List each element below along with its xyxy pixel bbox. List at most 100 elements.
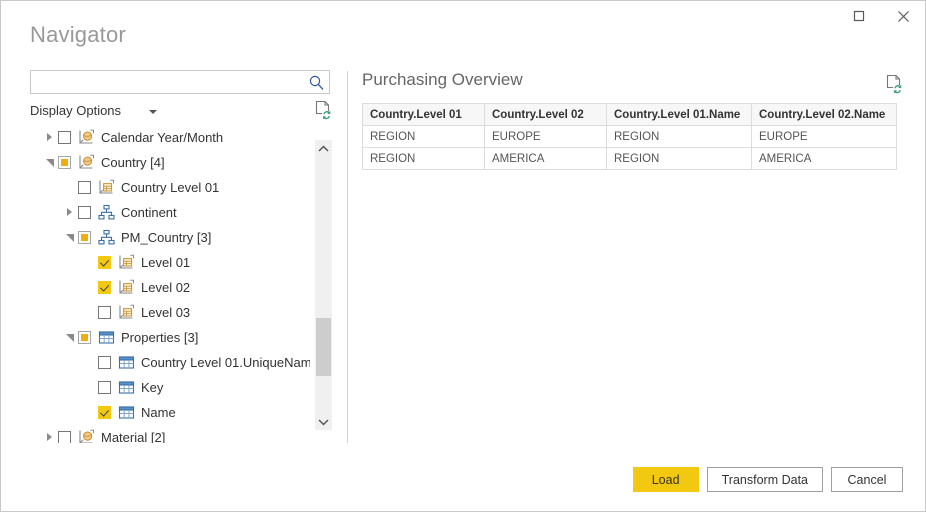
twisty-spacer (84, 275, 98, 300)
level-icon (118, 279, 135, 296)
column-header: Country.Level 01.Name (607, 104, 752, 126)
table-cell: REGION (607, 126, 752, 148)
pane-divider (347, 71, 348, 443)
hierarchy-icon (98, 229, 115, 246)
search-input[interactable] (31, 71, 303, 93)
preview-pane: Purchasing Overview Country.Level 01Coun… (362, 70, 903, 170)
tree-item-label: PM_Country [3] (121, 229, 211, 246)
level-icon (118, 304, 135, 321)
tree-item-label: Level 01 (141, 254, 190, 271)
table-header-row: Country.Level 01Country.Level 02Country.… (363, 104, 897, 126)
tree-scrollbar[interactable] (315, 140, 332, 430)
tree-item[interactable]: Country [4] (30, 150, 310, 175)
table-icon (118, 354, 135, 371)
table-row: REGIONAMERICAREGIONAMERICA (363, 148, 897, 170)
level-icon (118, 254, 135, 271)
load-button[interactable]: Load (633, 467, 699, 492)
table-cell: REGION (607, 148, 752, 170)
maximize-icon (853, 10, 865, 22)
chevron-down-icon[interactable] (149, 110, 157, 114)
preview-table-body: REGIONEUROPEREGIONEUROPEREGIONAMERICAREG… (363, 126, 897, 170)
display-options-row: Display Options (30, 102, 330, 122)
tree-item-checkbox[interactable] (98, 281, 111, 294)
tree-item-checkbox[interactable] (78, 181, 91, 194)
preview-title: Purchasing Overview (362, 70, 903, 90)
hierarchy-icon (98, 229, 115, 246)
close-icon (897, 10, 910, 23)
tree-item[interactable]: Continent (30, 200, 310, 225)
cube-dimension-icon (78, 429, 95, 443)
dialog-footer: Load Transform Data Cancel (633, 467, 903, 492)
tree-item[interactable]: Calendar Year/Month (30, 125, 310, 150)
level-icon (98, 179, 115, 196)
tree-item[interactable]: Country Level 01 (30, 175, 310, 200)
tree-item-checkbox[interactable] (98, 381, 111, 394)
tree-item-checkbox[interactable] (98, 306, 111, 319)
tree-item-checkbox[interactable] (98, 406, 111, 419)
refresh-preview-icon[interactable] (885, 74, 903, 94)
column-header: Country.Level 02 (485, 104, 607, 126)
collapse-arrow-icon[interactable] (64, 225, 78, 250)
navigator-dialog: Navigator Display Options (0, 0, 926, 512)
tree-item-checkbox[interactable] (58, 431, 71, 443)
tree-item-checkbox[interactable] (78, 331, 91, 344)
search-icon[interactable] (308, 74, 325, 91)
preview-table: Country.Level 01Country.Level 02Country.… (362, 103, 897, 170)
tree-item[interactable]: Country Level 01.UniqueName (30, 350, 310, 375)
hierarchy-icon (98, 204, 115, 221)
search-box[interactable] (30, 70, 330, 94)
tree-item-label: Calendar Year/Month (101, 129, 223, 146)
twisty-spacer (64, 175, 78, 200)
table-icon (118, 354, 135, 371)
tree-item-checkbox[interactable] (58, 131, 71, 144)
collapse-arrow-icon[interactable] (64, 325, 78, 350)
maximize-button[interactable] (837, 1, 881, 31)
tree-item[interactable]: Properties [3] (30, 325, 310, 350)
left-pane: Display Options (30, 70, 332, 122)
tree-item-checkbox[interactable] (58, 156, 71, 169)
window-controls (837, 1, 925, 33)
table-row: REGIONEUROPEREGIONEUROPE (363, 126, 897, 148)
expand-arrow-icon[interactable] (64, 200, 78, 225)
tree-item[interactable]: Level 02 (30, 275, 310, 300)
display-options-label[interactable]: Display Options (30, 103, 121, 118)
tree-item[interactable]: Level 03 (30, 300, 310, 325)
tree-item[interactable]: Key (30, 375, 310, 400)
table-cell: EUROPE (752, 126, 897, 148)
level-icon (118, 304, 135, 321)
twisty-spacer (84, 375, 98, 400)
object-tree[interactable]: Calendar Year/Month Country [4] Country Le… (30, 125, 310, 443)
table-icon (118, 404, 135, 421)
tree-item[interactable]: Level 01 (30, 250, 310, 275)
column-header: Country.Level 02.Name (752, 104, 897, 126)
tree-item-label: Country Level 01.UniqueName (141, 354, 310, 371)
scroll-thumb[interactable] (316, 318, 331, 376)
tree-item[interactable]: Material [2] (30, 425, 310, 443)
table-cell: AMERICA (485, 148, 607, 170)
tree-item[interactable]: Name (30, 400, 310, 425)
scroll-up-button[interactable] (315, 140, 332, 157)
expand-arrow-icon[interactable] (44, 125, 58, 150)
table-icon (118, 379, 135, 396)
refresh-preview-icon[interactable] (314, 100, 332, 120)
cube-dimension-icon (78, 129, 95, 146)
tree-item-checkbox[interactable] (78, 231, 91, 244)
tree-item-checkbox[interactable] (98, 256, 111, 269)
collapse-arrow-icon[interactable] (44, 150, 58, 175)
table-icon (98, 329, 115, 346)
tree-item-checkbox[interactable] (78, 206, 91, 219)
scroll-down-button[interactable] (315, 413, 332, 430)
tree-item[interactable]: PM_Country [3] (30, 225, 310, 250)
tree-item-label: Country [4] (101, 154, 165, 171)
cancel-button[interactable]: Cancel (831, 467, 903, 492)
twisty-spacer (84, 300, 98, 325)
cube-dimension-icon (78, 429, 95, 443)
transform-data-button[interactable]: Transform Data (707, 467, 823, 492)
preview-table-head: Country.Level 01Country.Level 02Country.… (363, 104, 897, 126)
hierarchy-icon (98, 204, 115, 221)
table-icon (118, 379, 135, 396)
tree-item-checkbox[interactable] (98, 356, 111, 369)
close-button[interactable] (881, 1, 925, 31)
chevron-up-icon (318, 145, 329, 153)
expand-arrow-icon[interactable] (44, 425, 58, 443)
